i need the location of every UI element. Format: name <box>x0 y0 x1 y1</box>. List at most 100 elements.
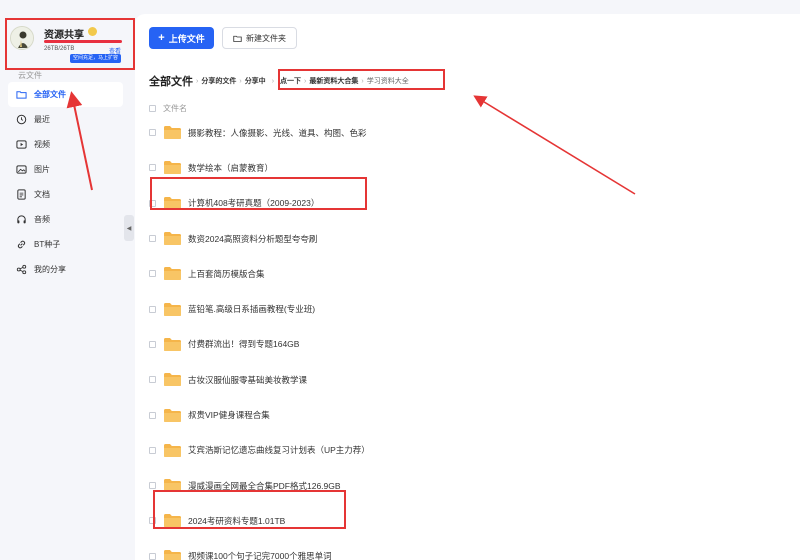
file-name: 叔贵VIP健身课程合集 <box>188 410 270 421</box>
file-row[interactable]: 数资2024高照资料分析题型夸夸刷 <box>149 221 789 256</box>
file-name: 计算机408考研真题（2009-2023） <box>188 198 320 209</box>
clock-icon <box>16 114 27 125</box>
file-checkbox[interactable] <box>149 552 156 560</box>
sidebar-item-label: 全部文件 <box>34 90 66 99</box>
breadcrumb-separator: › <box>239 77 242 85</box>
new-folder-label: 新建文件夹 <box>246 33 286 43</box>
share-icon <box>16 264 27 275</box>
file-name: 付费群流出！得到专题164GB <box>188 339 300 350</box>
folder-icon <box>163 302 182 317</box>
file-name: 艾宾浩斯记忆遗忘曲线复习计划表（UP主力荐） <box>188 445 370 456</box>
file-checkbox[interactable] <box>149 129 156 137</box>
file-name: 摄影教程：人像摄影、光线、道具、构图、色彩 <box>188 127 367 138</box>
file-name: 视频课100个句子记完7000个雅思单词 <box>188 551 332 560</box>
file-checkbox[interactable] <box>149 517 156 525</box>
folder-icon <box>163 125 182 140</box>
file-row[interactable]: 付费群流出！得到专题164GB <box>149 327 789 362</box>
chevron-left-icon: ◀ <box>126 225 132 232</box>
file-name: 蓝铅笔.高级日系插画教程(专业班) <box>188 304 316 315</box>
file-row[interactable]: 视频课100个句子记完7000个雅思单词 <box>149 539 789 560</box>
file-checkbox[interactable] <box>149 235 156 243</box>
highlight-box-breadcrumb <box>278 69 445 90</box>
highlight-box-profile <box>5 18 135 70</box>
folder-icon <box>163 513 182 528</box>
plus-icon: + <box>158 31 165 44</box>
upload-file-label: 上传文件 <box>168 33 205 44</box>
sidebar-item-audio[interactable]: 音频 <box>8 207 123 232</box>
folder-icon <box>163 372 182 387</box>
file-checkbox[interactable] <box>149 482 156 490</box>
file-checkbox[interactable] <box>149 340 156 348</box>
sidebar-item-my-shares[interactable]: 我的分享 <box>8 257 123 282</box>
link-icon <box>16 239 27 250</box>
sidebar-item-label: 图片 <box>34 165 50 174</box>
folder-outline-icon <box>233 35 242 42</box>
video-icon <box>16 139 27 150</box>
file-name: 数资2024高照资料分析题型夸夸刷 <box>188 233 318 244</box>
sidebar-item-label: 音频 <box>34 215 50 224</box>
file-row[interactable]: 计算机408考研真题（2009-2023） <box>149 186 789 221</box>
main-panel: + 上传文件 新建文件夹 全部文件 › 分享的文件 › 分享中 › 点一下 › … <box>135 14 800 560</box>
file-checkbox[interactable] <box>149 376 156 384</box>
sidebar-item-label: 视频 <box>34 140 50 149</box>
file-checkbox[interactable] <box>149 446 156 454</box>
folder-icon <box>163 337 182 352</box>
file-list: 摄影教程：人像摄影、光线、道具、构图、色彩 数学绘本（启蒙教育） 计算机408考研真… <box>149 115 789 560</box>
upload-file-button[interactable]: + 上传文件 <box>149 27 214 49</box>
sidebar-item-documents[interactable]: 文档 <box>8 182 123 207</box>
folder-icon <box>163 443 182 458</box>
breadcrumb-separator: › <box>196 77 199 85</box>
file-checkbox[interactable] <box>149 164 156 172</box>
file-name: 2024考研资料专题1.01TB <box>188 515 286 526</box>
sidebar-nav: 全部文件 最近 视频 图片 文档 音频 BT种子 我的分享 <box>8 82 123 282</box>
file-row[interactable]: 数学绘本（启蒙教育） <box>149 150 789 185</box>
sidebar-item-label: BT种子 <box>34 240 61 249</box>
breadcrumb-separator: › <box>271 77 275 85</box>
file-checkbox[interactable] <box>149 270 156 278</box>
file-row[interactable]: 艾宾浩斯记忆遗忘曲线复习计划表（UP主力荐） <box>149 433 789 468</box>
file-row[interactable]: 漫威漫画全网最全合集PDF格式126.9GB <box>149 468 789 503</box>
new-folder-button[interactable]: 新建文件夹 <box>222 27 297 49</box>
folder-icon <box>163 478 182 493</box>
file-checkbox[interactable] <box>149 305 156 313</box>
file-name: 古妆汉服仙服零基础美妆教学课 <box>188 374 308 385</box>
sidebar-item-recent[interactable]: 最近 <box>8 107 123 132</box>
file-row[interactable]: 摄影教程：人像摄影、光线、道具、构图、色彩 <box>149 115 789 150</box>
folder-icon <box>163 196 182 211</box>
sidebar-collapse-handle[interactable]: ◀ <box>124 215 134 241</box>
folder-icon <box>163 549 182 560</box>
sidebar-item-all-files[interactable]: 全部文件 <box>8 82 123 107</box>
file-name: 上百套简历模版合集 <box>188 268 265 279</box>
file-checkbox[interactable] <box>149 199 156 207</box>
folder-icon <box>163 160 182 175</box>
file-row[interactable]: 蓝铅笔.高级日系插画教程(专业班) <box>149 291 789 326</box>
image-icon <box>16 164 27 175</box>
column-header-filename[interactable]: 文件名 <box>163 103 187 114</box>
file-row[interactable]: 古妆汉服仙服零基础美妆教学课 <box>149 362 789 397</box>
breadcrumb-item[interactable]: 分享中 <box>245 76 266 86</box>
folder-icon <box>163 266 182 281</box>
file-checkbox[interactable] <box>149 411 156 419</box>
document-icon <box>16 189 27 200</box>
sidebar-item-video[interactable]: 视频 <box>8 132 123 157</box>
file-row[interactable]: 上百套简历模版合集 <box>149 256 789 291</box>
folder-icon <box>163 231 182 246</box>
headphones-icon <box>16 214 27 225</box>
sidebar-item-label: 最近 <box>34 115 50 124</box>
breadcrumb-root[interactable]: 全部文件 <box>149 73 193 89</box>
file-name: 数学绘本（启蒙教育） <box>188 162 274 173</box>
sidebar-item-label: 我的分享 <box>34 265 66 274</box>
sidebar-item-images[interactable]: 图片 <box>8 157 123 182</box>
sidebar: 资源共享 26TB/26TB 查看 空间充足，马上扩容 云文件 全部文件 最近 … <box>0 0 135 560</box>
file-row[interactable]: 叔贵VIP健身课程合集 <box>149 397 789 432</box>
breadcrumb-item[interactable]: 分享的文件 <box>201 76 236 86</box>
sidebar-section-label: 云文件 <box>18 71 42 80</box>
select-all-checkbox[interactable] <box>149 105 156 112</box>
file-list-header: 文件名 <box>149 103 187 114</box>
folder-outline-icon <box>16 89 27 100</box>
sidebar-item-bt-torrent[interactable]: BT种子 <box>8 232 123 257</box>
file-row[interactable]: 2024考研资料专题1.01TB <box>149 503 789 538</box>
sidebar-item-label: 文档 <box>34 190 50 199</box>
file-name: 漫威漫画全网最全合集PDF格式126.9GB <box>188 480 341 491</box>
folder-icon <box>163 408 182 423</box>
